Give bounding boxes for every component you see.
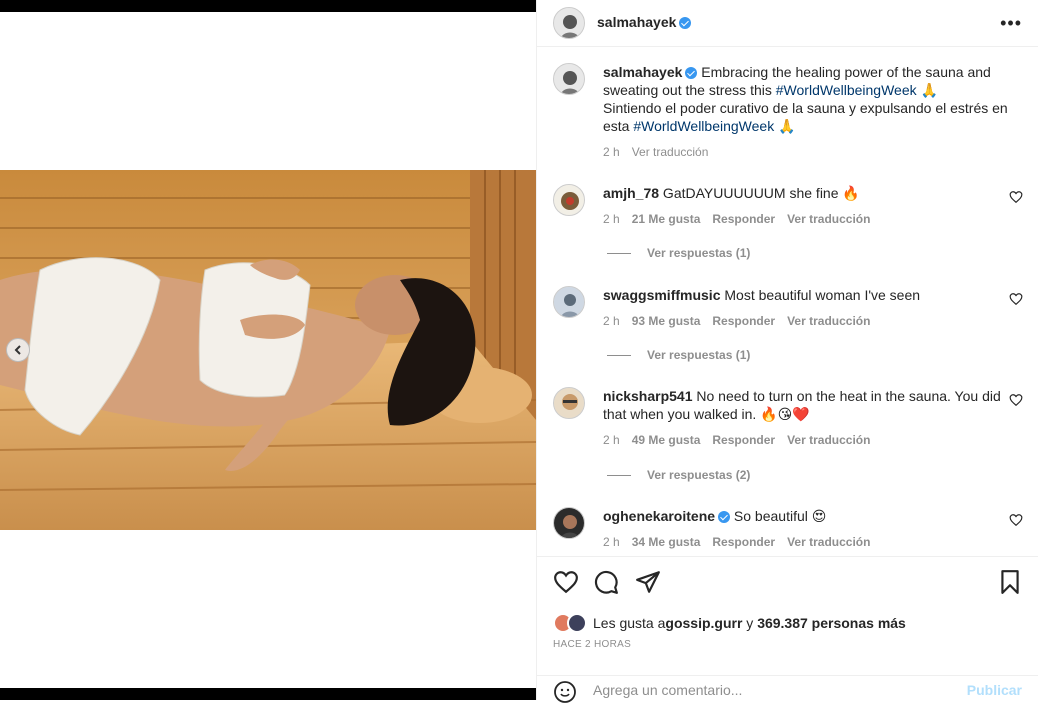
like-heart-icon[interactable] [553,569,579,595]
verified-badge-icon [685,67,698,80]
replies-line [607,354,631,356]
post-timestamp[interactable]: HACE 2 HORAS [553,639,631,650]
liker-avatar [567,613,587,633]
liker-username[interactable]: gossip.gurr [665,615,742,631]
hashtag-link[interactable]: #WorldWellbeingWeek [776,82,917,98]
avatar-image [554,388,584,418]
translate-link[interactable]: Ver traducción [787,433,870,447]
more-options-icon[interactable]: ••• [1000,13,1022,34]
like-comment-heart-icon[interactable] [1009,292,1023,306]
author-username[interactable]: salmahayek [597,14,676,32]
view-replies-link[interactable]: Ver respuestas (1) [607,348,750,362]
caption-emoji: 🙏 [774,118,796,134]
comment-input[interactable]: Agrega un comentario... [593,682,742,698]
comment-time[interactable]: 2 h [603,535,620,549]
media-top-letterbox [0,0,536,12]
translate-link[interactable]: Ver traducción [787,212,870,226]
caption-time[interactable]: 2 h [603,145,620,159]
like-comment-heart-icon[interactable] [1009,393,1023,407]
translate-link[interactable]: Ver traducción [787,314,870,328]
like-comment-heart-icon[interactable] [1009,190,1023,204]
commenter-avatar[interactable] [553,286,585,318]
commenter-avatar[interactable] [553,184,585,216]
comment-likes[interactable]: 21 Me gusta [632,212,701,226]
reply-button[interactable]: Responder [712,314,775,328]
reply-button[interactable]: Responder [712,212,775,226]
add-comment-bar: Agrega un comentario... Publicar [537,675,1038,704]
comment-time[interactable]: 2 h [603,314,620,328]
comment-likes[interactable]: 34 Me gusta [632,535,701,549]
commenter-avatar[interactable] [553,507,585,539]
likes-mid: y [742,615,758,631]
commenter-avatar[interactable] [553,387,585,419]
avatar-image [554,64,584,94]
publish-button[interactable]: Publicar [967,682,1022,698]
like-comment-heart-icon[interactable] [1009,513,1023,527]
replies-line [607,252,631,254]
view-replies-link[interactable]: Ver respuestas (1) [607,246,750,260]
caption-author-avatar[interactable] [553,63,585,95]
commenter-username[interactable]: swaggsmiffmusic [603,287,720,303]
hashtag-link[interactable]: #WorldWellbeingWeek [633,118,774,134]
caption-translate-link[interactable]: Ver traducción [632,145,709,159]
comment-text: GatDAYUUUUUUM she fine 🔥 [659,185,860,201]
sauna-photo-illustration [0,170,536,530]
comment-likes[interactable]: 49 Me gusta [632,433,701,447]
comment-text: So beautiful 😍 [730,508,827,524]
comment-likes[interactable]: 93 Me gusta [632,314,701,328]
media-panel [0,0,536,700]
replies-line [607,474,631,476]
share-paper-plane-icon[interactable] [635,569,661,595]
avatar-image [554,508,584,538]
save-bookmark-icon[interactable] [997,569,1023,595]
commenter-username[interactable]: oghenekaroitene [603,508,715,524]
comment-bubble-icon[interactable] [593,569,619,595]
post-photo[interactable] [0,170,536,530]
post-header: salmahayek ••• [537,0,1038,47]
avatar-image [554,185,584,215]
post-actions-section: Les gusta a gossip.gurr y 369.387 person… [537,556,1038,704]
post-details-panel: salmahayek ••• salmahayek Embracing the … [536,0,1038,704]
likes-prefix: Les gusta a [593,615,666,631]
commenter-username[interactable]: amjh_78 [603,185,659,201]
previous-photo-button[interactable] [6,338,30,362]
action-bar [553,569,1023,597]
author-avatar[interactable] [553,7,585,39]
comments-scroll-area[interactable]: salmahayek Embracing the healing power o… [537,47,1038,555]
comment-time[interactable]: 2 h [603,433,620,447]
media-bottom-letterbox [0,688,536,700]
verified-badge-icon [718,511,731,524]
comment-time[interactable]: 2 h [603,212,620,226]
view-replies-link[interactable]: Ver respuestas (2) [607,468,750,482]
chevron-left-icon [14,345,21,355]
comment-text: Most beautiful woman I've seen [720,287,921,303]
caption-emoji: 🙏 [916,82,938,98]
caption-username[interactable]: salmahayek [603,64,682,80]
commenter-username[interactable]: nicksharp541 [603,388,693,404]
reply-button[interactable]: Responder [712,433,775,447]
emoji-picker-icon[interactable] [553,680,577,704]
avatar-image [554,287,584,317]
likes-summary: Les gusta a gossip.gurr y 369.387 person… [553,613,906,633]
verified-badge-icon [679,17,692,29]
translate-link[interactable]: Ver traducción [787,535,870,549]
avatar-image [554,8,584,38]
likes-count[interactable]: 369.387 personas más [757,615,906,631]
reply-button[interactable]: Responder [712,535,775,549]
